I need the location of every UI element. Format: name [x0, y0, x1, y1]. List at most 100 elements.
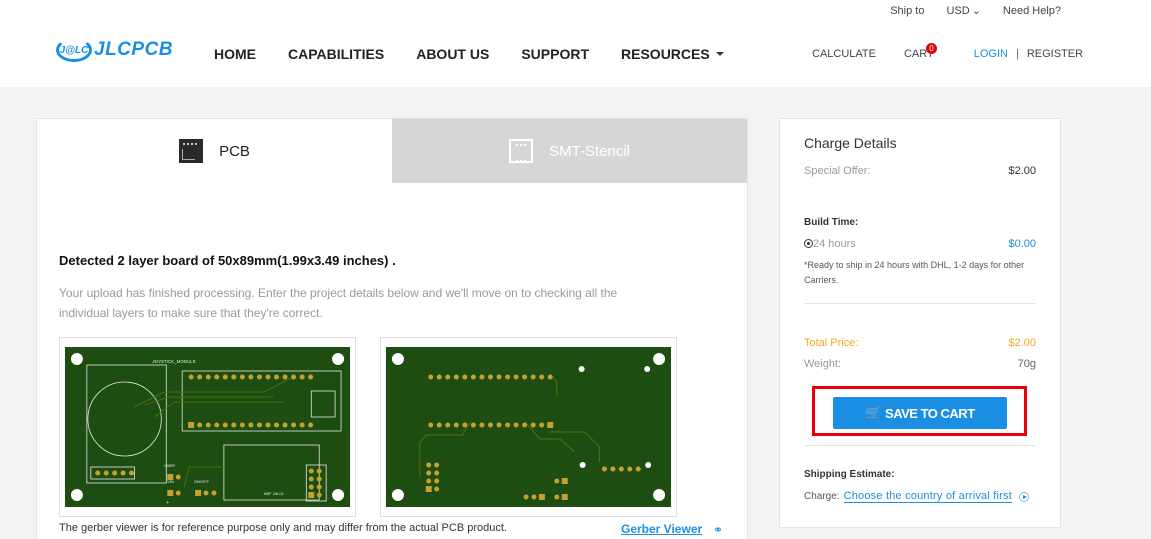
- pcb-pad: [214, 422, 220, 428]
- pcb-top-board: JOYSTICK_MODULE OBRF VIN ON/OFF NRF 24L0…: [65, 347, 350, 507]
- build-time-radio[interactable]: [804, 239, 813, 248]
- board-detected-text: Detected 2 layer board of 50x89mm(1.99x3…: [59, 253, 396, 268]
- tab-smt-stencil[interactable]: SMT-Stencil: [392, 119, 747, 183]
- cart-link[interactable]: CART 0: [904, 43, 937, 60]
- pcb-pad: [426, 478, 432, 484]
- caret-down-icon: [715, 52, 724, 56]
- pcb-top-preview[interactable]: JOYSTICK_MODULE OBRF VIN ON/OFF NRF 24L0…: [59, 337, 356, 517]
- pcb-pad: [197, 422, 203, 428]
- nav-about-us[interactable]: ABOUT US: [416, 46, 489, 62]
- pcb-pad: [539, 374, 545, 380]
- upload-description: Your upload has finished processing. Ent…: [59, 286, 618, 320]
- pcb-pad: [308, 374, 314, 380]
- nav-resources[interactable]: RESOURCES: [621, 46, 724, 62]
- link-icon[interactable]: ⚭: [713, 523, 723, 537]
- pcb-pad: [222, 374, 228, 380]
- tab-pcb[interactable]: PCB: [37, 119, 392, 183]
- cart-icon: 🛒: [865, 405, 882, 420]
- ship-to-link[interactable]: Ship to: [890, 4, 924, 17]
- cursor-pointer-icon[interactable]: [1018, 491, 1029, 502]
- shipping-charge-label: Charge:: [804, 491, 840, 502]
- product-tabs: PCB SMT-Stencil: [37, 119, 747, 183]
- special-offer-row: Special Offer: $2.00: [804, 165, 1036, 177]
- choose-country-link[interactable]: Choose the country of arrival first: [843, 490, 1012, 503]
- pcb-pad: [167, 490, 174, 496]
- pcb-pad: [436, 422, 442, 428]
- total-price-label: Total Price:: [804, 337, 859, 349]
- weight-value: 70g: [1017, 358, 1036, 370]
- pcb-pad: [426, 470, 432, 476]
- pcb-pad: [175, 490, 181, 496]
- nav-support[interactable]: SUPPORT: [521, 46, 589, 62]
- pcb-pad: [195, 490, 202, 496]
- currency-select[interactable]: USD ⌄: [946, 4, 980, 18]
- build-time-option[interactable]: 24 hours $0.00: [804, 238, 1036, 250]
- pcb-pad: [487, 374, 493, 380]
- pcb-pad: [308, 484, 314, 490]
- pcb-pad: [265, 422, 271, 428]
- login-link[interactable]: LOGIN: [974, 48, 1008, 60]
- pcb-pad: [505, 422, 511, 428]
- pcb-pad: [282, 422, 288, 428]
- pcb-pad: [256, 422, 262, 428]
- total-price-row: Total Price: $2.00: [804, 337, 1036, 349]
- nav-home[interactable]: HOME: [214, 46, 256, 62]
- pcb-label-on-off: ON/OFF: [194, 479, 210, 484]
- pcb-pad: [316, 476, 322, 482]
- pcb-pad: [505, 374, 511, 380]
- register-link[interactable]: REGISTER: [1027, 48, 1083, 60]
- pcb-pad: [308, 476, 314, 482]
- pcb-pad: [299, 422, 305, 428]
- tab-pcb-label: PCB: [219, 142, 250, 160]
- pcb-pad: [95, 470, 101, 476]
- calculate-link[interactable]: CALCULATE: [812, 48, 876, 60]
- pcb-pad: [274, 422, 279, 428]
- cart-count-badge: 0: [925, 43, 937, 54]
- pcb-pad: [316, 484, 322, 490]
- pcb-pad: [274, 374, 279, 380]
- pcb-pad: [445, 374, 451, 380]
- main-nav: HOME CAPABILITIES ABOUT US SUPPORT RESOU…: [214, 46, 724, 62]
- build-time-price: $0.00: [1008, 238, 1036, 250]
- pcb-pad: [453, 374, 459, 380]
- pcb-pad: [129, 470, 135, 476]
- special-offer-label: Special Offer:: [804, 165, 871, 177]
- total-price-value: $2.00: [1008, 337, 1036, 349]
- pcb-pad: [436, 374, 442, 380]
- pcb-pad: [239, 374, 245, 380]
- pcb-icon: [179, 139, 204, 163]
- logo[interactable]: J@LC JLCPCB: [56, 38, 173, 62]
- build-time-title: Build Time:: [804, 217, 859, 228]
- top-bar: Ship to USD ⌄ Need Help?: [890, 4, 1061, 18]
- pcb-pad: [523, 494, 529, 500]
- pcb-pad: [445, 422, 451, 428]
- pcb-pad: [291, 422, 297, 428]
- pcb-pad: [479, 374, 485, 380]
- pcb-pad: [434, 462, 440, 468]
- pcb-label-obrf: OBRF: [164, 463, 176, 468]
- pcb-pad: [282, 374, 288, 380]
- logo-text: JLCPCB: [94, 39, 174, 60]
- pcb-pad: [462, 422, 468, 428]
- pcb-pad: [530, 422, 536, 428]
- pcb-pad: [291, 374, 297, 380]
- pcb-bottom-preview[interactable]: [380, 337, 677, 517]
- pcb-pad: [256, 374, 262, 380]
- pcb-pad: [120, 470, 126, 476]
- pcb-pad: [487, 422, 493, 428]
- pcb-pad: [635, 466, 641, 472]
- pcb-pad: [214, 374, 220, 380]
- save-to-cart-button[interactable]: 🛒 SAVE TO CART: [833, 397, 1007, 429]
- pcb-pad: [428, 422, 434, 428]
- pcb-pad: [531, 494, 537, 500]
- pcb-pad: [175, 474, 181, 480]
- pcb-pad: [428, 374, 434, 380]
- pcb-label-module: JOYSTICK_MODULE: [152, 359, 195, 364]
- pcb-pad: [248, 422, 254, 428]
- need-help-link[interactable]: Need Help?: [1003, 4, 1061, 17]
- pcb-pad: [610, 466, 616, 472]
- pcb-pad: [188, 422, 195, 428]
- stencil-icon: [509, 139, 534, 163]
- nav-capabilities[interactable]: CAPABILITIES: [288, 46, 384, 62]
- gerber-viewer-link[interactable]: Gerber Viewer: [621, 522, 702, 536]
